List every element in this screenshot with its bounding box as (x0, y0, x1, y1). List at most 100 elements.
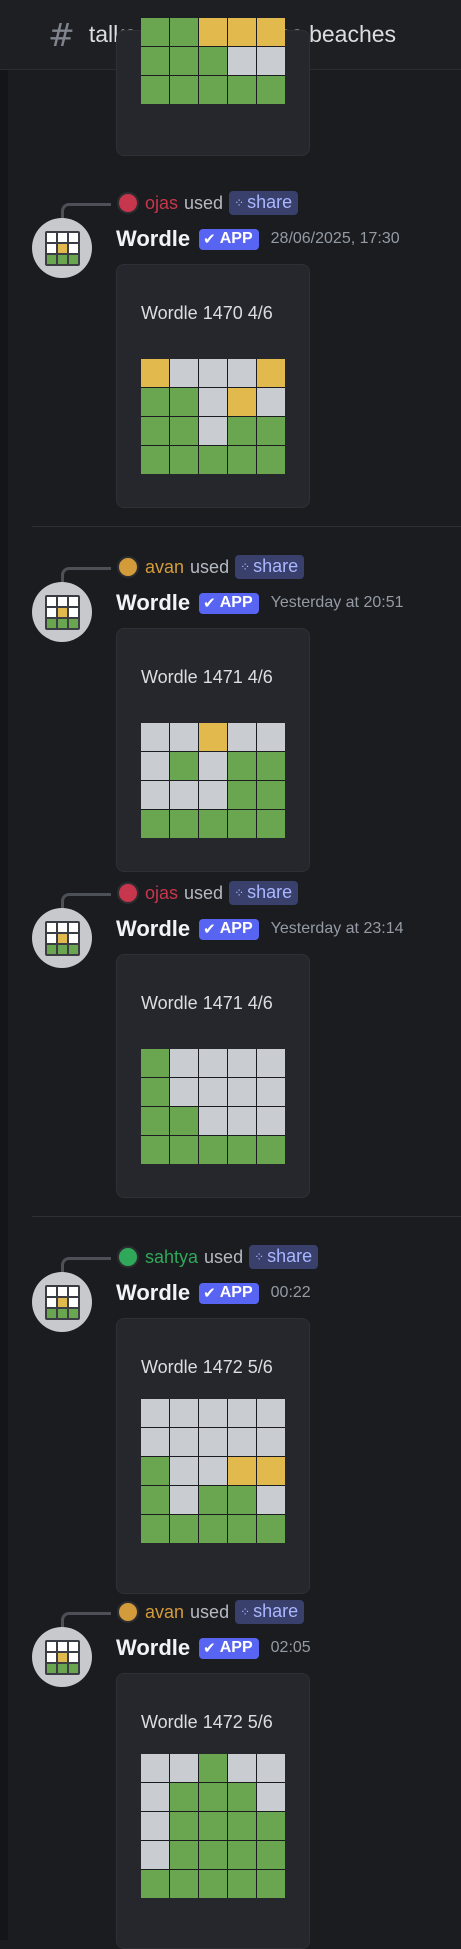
wordle-tile (199, 752, 227, 780)
wordle-tile (141, 18, 169, 46)
wordle-tile (228, 47, 256, 75)
username[interactable]: avan (145, 557, 184, 578)
command-chip[interactable]: ⁘ share (235, 1600, 305, 1624)
app-badge-label: APP (219, 1283, 253, 1301)
wordle-tile (199, 1870, 227, 1898)
wordle-tile (170, 1107, 198, 1135)
wordle-tile (199, 1457, 227, 1485)
used-label: used (184, 192, 224, 213)
command-chip[interactable]: ⁘ share (229, 881, 299, 905)
wordle-tile (170, 1841, 198, 1869)
used-label: used (204, 1246, 244, 1267)
wordle-result-card: Wordle 1470 4/6 (116, 264, 310, 508)
wordle-tile (257, 388, 285, 416)
wordle-tile (141, 417, 169, 445)
wordle-tile (257, 1136, 285, 1164)
wordle-logo-icon (44, 230, 80, 266)
wordle-tile (141, 1841, 169, 1869)
app-command-icon: ⁘ (234, 885, 244, 900)
command-used-line: sahtya used ⁘ share (117, 1244, 319, 1270)
app-command-icon: ⁘ (240, 1604, 250, 1619)
wordle-tile (257, 723, 285, 751)
wordle-tile (257, 1078, 285, 1106)
wordle-tile (170, 417, 198, 445)
wordle-tile (141, 781, 169, 809)
wordle-tile (228, 781, 256, 809)
used-label: used (184, 882, 224, 903)
wordle-tile (257, 1428, 285, 1456)
timestamp: Yesterday at 20:51 (270, 594, 404, 611)
wordle-grid (141, 359, 285, 474)
command-chip[interactable]: ⁘ share (249, 1245, 319, 1269)
wordle-tile (257, 1754, 285, 1782)
user-avatar[interactable] (117, 556, 139, 578)
wordle-grid (141, 1754, 285, 1898)
bot-name[interactable]: Wordle (116, 1635, 190, 1661)
user-avatar[interactable] (117, 882, 139, 904)
message-card-partial (116, 18, 310, 156)
app-command-icon: ⁘ (234, 195, 244, 210)
wordle-tile (228, 1870, 256, 1898)
user-avatar[interactable] (117, 1246, 139, 1268)
username[interactable]: ojas (145, 193, 178, 214)
wordle-tile (141, 1399, 169, 1427)
app-badge: ✔ APP (199, 228, 259, 250)
wordle-tile (199, 1428, 227, 1456)
command-chip[interactable]: ⁘ share (235, 555, 305, 579)
reply-spine (61, 203, 111, 220)
wordle-bot-avatar[interactable] (32, 218, 92, 278)
bot-name[interactable]: Wordle (116, 1280, 190, 1306)
wordle-result-title: Wordle 1470 4/6 (141, 303, 273, 323)
timestamp: 02:05 (270, 1639, 311, 1656)
wordle-tile (199, 1107, 227, 1135)
wordle-tile (141, 1486, 169, 1514)
wordle-bot-avatar[interactable] (32, 1627, 92, 1687)
wordle-tile (141, 1136, 169, 1164)
wordle-tile (199, 723, 227, 751)
bot-name[interactable]: Wordle (116, 226, 190, 252)
wordle-bot-avatar[interactable] (32, 908, 92, 968)
wordle-grid (141, 1049, 285, 1164)
app-badge-label: APP (219, 919, 253, 937)
wordle-tile (199, 359, 227, 387)
wordle-tile (257, 1870, 285, 1898)
wordle-tile (199, 417, 227, 445)
wordle-tile (257, 810, 285, 838)
wordle-tile (141, 359, 169, 387)
wordle-grid (141, 18, 285, 104)
check-icon: ✔ (203, 1284, 216, 1302)
app-badge-label: APP (219, 593, 253, 611)
wordle-result-title: Wordle 1471 4/6 (141, 667, 273, 687)
wordle-tile (141, 723, 169, 751)
user-avatar[interactable] (117, 1601, 139, 1623)
wordle-tile (141, 752, 169, 780)
command-name: share (247, 882, 293, 902)
user-avatar[interactable] (117, 192, 139, 214)
wordle-bot-avatar[interactable] (32, 582, 92, 642)
bot-name[interactable]: Wordle (116, 916, 190, 942)
bot-name[interactable]: Wordle (116, 590, 190, 616)
wordle-tile (141, 1457, 169, 1485)
wordle-tile (257, 18, 285, 46)
check-icon: ✔ (203, 594, 216, 612)
username[interactable]: sahtya (145, 1247, 198, 1268)
wordle-tile (199, 810, 227, 838)
wordle-tile (228, 388, 256, 416)
username[interactable]: avan (145, 1602, 184, 1623)
wordle-grid (141, 723, 285, 838)
wordle-bot-avatar[interactable] (32, 1272, 92, 1332)
wordle-tile (170, 388, 198, 416)
wordle-tile (257, 1515, 285, 1543)
reply-spine (61, 1257, 111, 1274)
wordle-tile (170, 781, 198, 809)
username[interactable]: ojas (145, 883, 178, 904)
wordle-tile (199, 1078, 227, 1106)
wordle-logo-icon (44, 1639, 80, 1675)
wordle-tile (141, 1870, 169, 1898)
timestamp: Yesterday at 23:14 (270, 920, 404, 937)
wordle-tile (199, 1841, 227, 1869)
command-chip[interactable]: ⁘ share (229, 191, 299, 215)
command-used-line: ojas used ⁘ share (117, 880, 299, 906)
message-header: Wordle ✔ APP Yesterday at 20:51 (116, 589, 403, 617)
command-name: share (253, 556, 299, 576)
